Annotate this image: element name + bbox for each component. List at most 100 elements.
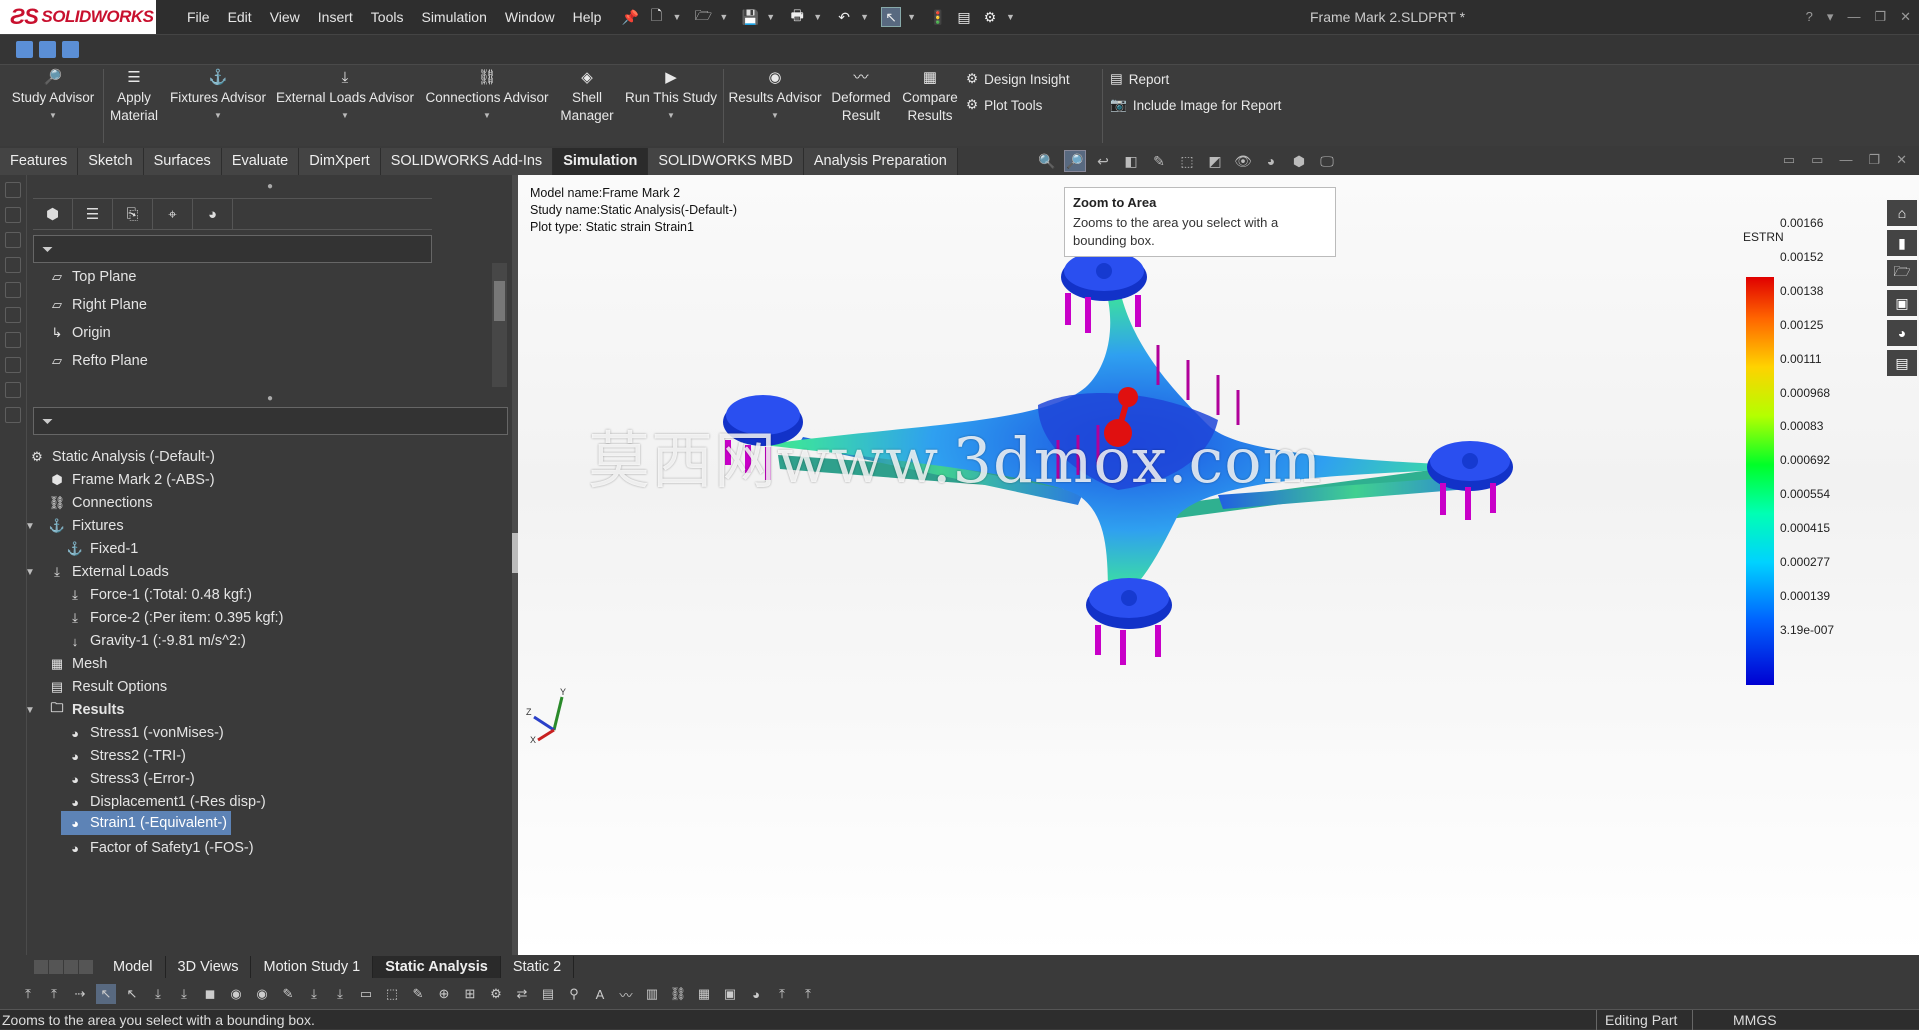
apply-scene-icon[interactable]: ⬢ bbox=[1288, 150, 1310, 172]
solidworks-logo[interactable]: ƧS SOLIDWORKS bbox=[0, 0, 156, 34]
select-pointer-icon[interactable]: ↖ bbox=[96, 984, 116, 1004]
appearances-icon[interactable]: ◕ bbox=[1887, 320, 1917, 346]
zoom-to-fit-icon[interactable]: 🔍 bbox=[1036, 150, 1058, 172]
tree-item-top-plane[interactable]: ▱ Top Plane bbox=[47, 263, 137, 291]
tool-icon[interactable]: ⤒ bbox=[44, 984, 64, 1004]
close-icon[interactable]: ✕ bbox=[1896, 152, 1907, 168]
tab-features[interactable]: Features bbox=[0, 148, 79, 175]
tree-item-right-plane[interactable]: ▱ Right Plane bbox=[47, 291, 147, 319]
strip-icon[interactable] bbox=[5, 207, 21, 223]
tool-icon[interactable]: ⚙ bbox=[486, 984, 506, 1004]
custom-properties-icon[interactable]: ▤ bbox=[1887, 350, 1917, 376]
tool-icon[interactable]: ⊞ bbox=[460, 984, 480, 1004]
tab-surfaces[interactable]: Surfaces bbox=[143, 148, 222, 175]
tree-item-refto-plane[interactable]: ▱ Refto Plane bbox=[47, 347, 148, 375]
connections-advisor-button[interactable]: ⛓ Connections Advisor ▼ bbox=[420, 69, 554, 125]
toolbar-icon[interactable] bbox=[62, 41, 79, 58]
strip-icon[interactable] bbox=[5, 307, 21, 323]
tool-icon[interactable]: ⤒ bbox=[18, 984, 38, 1004]
minimize-icon[interactable]: — bbox=[1847, 0, 1860, 34]
undo-icon[interactable]: ↶ bbox=[834, 7, 854, 27]
tab-mbd[interactable]: SOLIDWORKS MBD bbox=[648, 148, 804, 175]
strip-icon[interactable] bbox=[5, 232, 21, 248]
tree-item-origin[interactable]: ↳ Origin bbox=[47, 319, 111, 347]
tool-icon[interactable]: ◉ bbox=[252, 984, 272, 1004]
tool-icon[interactable]: ⤓ bbox=[174, 984, 194, 1004]
dynamic-annotation-icon[interactable]: ✎ bbox=[1148, 150, 1170, 172]
options-gear-icon[interactable]: ⚙ bbox=[980, 7, 1000, 27]
feature-tree-scrollbar[interactable] bbox=[492, 263, 507, 387]
select-pointer-icon[interactable]: ↖ bbox=[881, 7, 902, 27]
tool-icon[interactable]: 〰 bbox=[616, 984, 636, 1004]
display-manager-tab-icon[interactable]: ◕ bbox=[193, 199, 233, 229]
tool-icon[interactable]: ▦ bbox=[694, 984, 714, 1004]
chevron-down-icon[interactable]: ▾ bbox=[1827, 0, 1834, 34]
pin-icon[interactable]: 📌 bbox=[620, 7, 640, 27]
tool-icon[interactable]: ⤓ bbox=[330, 984, 350, 1004]
chevron-down-icon[interactable]: ▼ bbox=[1006, 12, 1015, 22]
chevron-down-icon[interactable]: ▼ bbox=[766, 12, 775, 22]
tool-icon[interactable]: ⚲ bbox=[564, 984, 584, 1004]
menu-edit[interactable]: Edit bbox=[219, 0, 261, 34]
tool-icon[interactable]: ◉ bbox=[226, 984, 246, 1004]
study-advisor-button[interactable]: 🔎 Study Advisor ▼ bbox=[8, 69, 98, 125]
splitter-grip-icon[interactable]: ● bbox=[267, 181, 273, 192]
tool-icon[interactable]: ⤒ bbox=[772, 984, 792, 1004]
include-image-button[interactable]: 📷 Include Image for Report bbox=[1110, 97, 1281, 113]
feature-manager-tab-icon[interactable]: ⬢ bbox=[33, 199, 73, 229]
tool-icon[interactable]: ↖ bbox=[122, 984, 142, 1004]
strip-icon[interactable] bbox=[5, 332, 21, 348]
splitter-grip-icon[interactable]: ● bbox=[267, 393, 273, 404]
tab-dimxpert[interactable]: DimXpert bbox=[299, 148, 381, 175]
tool-icon[interactable]: ▣ bbox=[720, 984, 740, 1004]
run-this-study-button[interactable]: ▶ Run This Study ▼ bbox=[622, 69, 720, 125]
tree-item-strain1-selected[interactable]: ◕ Strain1 (-Equivalent-) bbox=[61, 811, 231, 835]
menu-help[interactable]: Help bbox=[564, 0, 611, 34]
compare-results-button[interactable]: ▦ Compare Results bbox=[898, 69, 962, 125]
open-icon[interactable]: 🗁 bbox=[693, 7, 713, 27]
scroll-thumb[interactable] bbox=[494, 281, 505, 321]
view-orientation-icon[interactable]: ⬚ bbox=[1176, 150, 1198, 172]
display-style-icon[interactable]: ◩ bbox=[1204, 150, 1226, 172]
collapse-caret-icon[interactable]: ▼ bbox=[25, 705, 35, 716]
feature-filter-input[interactable]: ⏷ bbox=[33, 235, 432, 263]
next-tab-icon[interactable] bbox=[64, 960, 78, 974]
report-button[interactable]: ▤ Report bbox=[1110, 71, 1169, 87]
view-settings-icon[interactable]: 🖵 bbox=[1316, 150, 1338, 172]
menu-window[interactable]: Window bbox=[496, 0, 564, 34]
section-view-icon[interactable]: ◧ bbox=[1120, 150, 1142, 172]
fixtures-advisor-button[interactable]: ⚓ Fixtures Advisor ▼ bbox=[166, 69, 270, 125]
deformed-result-button[interactable]: 〰 Deformed Result bbox=[828, 69, 894, 125]
tool-icon[interactable]: ⤓ bbox=[148, 984, 168, 1004]
tool-icon[interactable]: ◕ bbox=[746, 984, 766, 1004]
property-manager-tab-icon[interactable]: ☰ bbox=[73, 199, 113, 229]
strain-plot-model[interactable] bbox=[518, 175, 1919, 955]
restore-icon[interactable]: ❐ bbox=[1874, 0, 1886, 34]
menu-insert[interactable]: Insert bbox=[309, 0, 362, 34]
hide-show-icon[interactable]: 👁 bbox=[1232, 150, 1254, 172]
strip-icon[interactable] bbox=[5, 257, 21, 273]
tool-icon[interactable]: ✎ bbox=[278, 984, 298, 1004]
file-explorer-icon[interactable]: 🗁 bbox=[1887, 260, 1917, 286]
tool-icon[interactable]: ▤ bbox=[538, 984, 558, 1004]
save-icon[interactable]: 💾 bbox=[740, 7, 760, 27]
tool-icon[interactable]: ▥ bbox=[642, 984, 662, 1004]
tool-icon[interactable]: ⇢ bbox=[70, 984, 90, 1004]
tool-icon[interactable]: ⇄ bbox=[512, 984, 532, 1004]
tool-icon[interactable]: ✎ bbox=[408, 984, 428, 1004]
tool-icon[interactable]: ⤓ bbox=[304, 984, 324, 1004]
toolbar-icon[interactable] bbox=[39, 41, 56, 58]
tool-icon[interactable]: A bbox=[590, 984, 610, 1004]
tool-icon[interactable]: ◼ bbox=[200, 984, 220, 1004]
strip-icon[interactable] bbox=[5, 357, 21, 373]
tab-evaluate[interactable]: Evaluate bbox=[221, 148, 300, 175]
collapse-caret-icon[interactable]: ▼ bbox=[25, 521, 35, 532]
restore-icon[interactable]: ❐ bbox=[1868, 152, 1880, 168]
home-icon[interactable]: ⌂ bbox=[1887, 200, 1917, 226]
tab-sketch[interactable]: Sketch bbox=[78, 148, 144, 175]
design-insight-button[interactable]: ⚙ Design Insight bbox=[966, 71, 1070, 87]
previous-view-icon[interactable]: ↩ bbox=[1092, 150, 1114, 172]
configuration-manager-tab-icon[interactable]: ⎘ bbox=[113, 199, 153, 229]
tab-motion-study[interactable]: Motion Study 1 bbox=[251, 956, 374, 978]
tree-item-fos1[interactable]: ◕ Factor of Safety1 (-FOS-) bbox=[65, 834, 254, 862]
